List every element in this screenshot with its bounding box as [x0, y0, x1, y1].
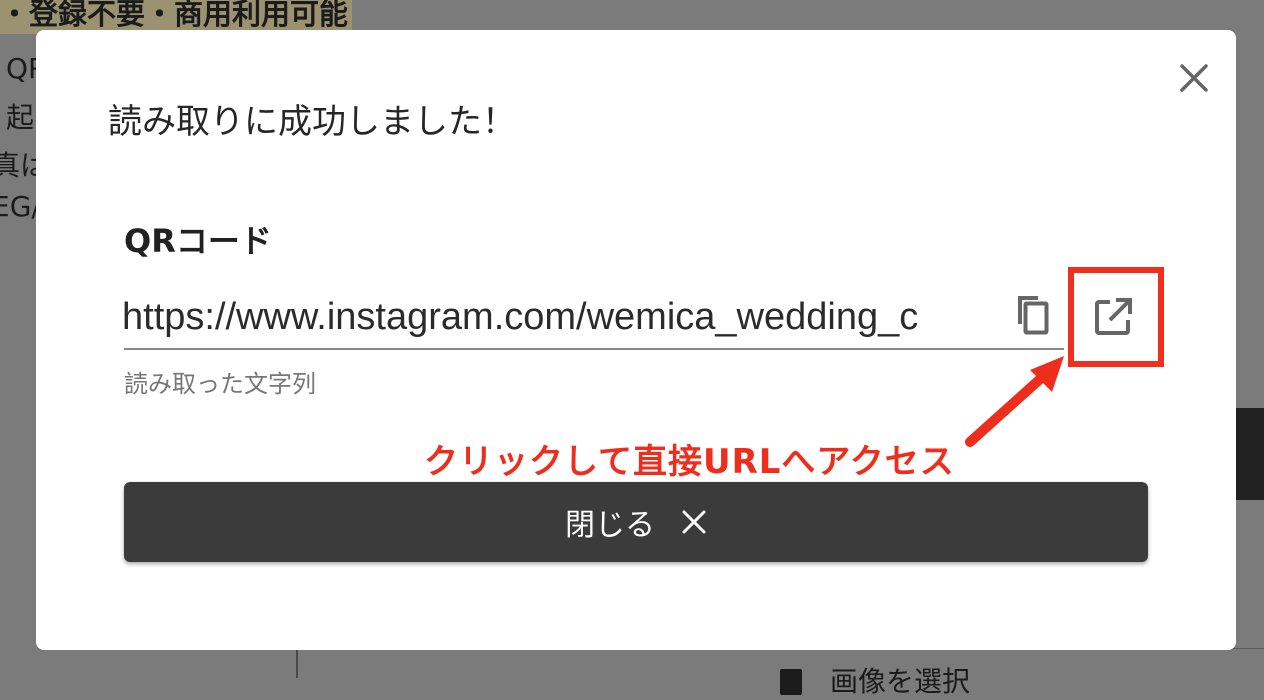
select-image-label: 画像を選択: [830, 665, 971, 698]
close-button-label: 閉じる: [565, 508, 655, 543]
qr-result-input[interactable]: [122, 288, 1002, 346]
highlight-box: [1068, 267, 1164, 367]
close-button[interactable]: 閉じる: [124, 482, 1148, 562]
close-icon[interactable]: [1174, 58, 1214, 98]
annotation-text: クリックして直接URLへアクセス: [424, 442, 955, 482]
success-modal: 読み取りに成功しました！ QRコード 読み取った文字列 クリックして直接URLへ…: [36, 30, 1236, 650]
modal-title: 読み取りに成功しました！: [108, 102, 516, 142]
background-heading: ・登録不要・商用利用可能: [0, 0, 353, 34]
select-image-button[interactable]: 画像を選択: [780, 660, 970, 700]
helper-text: 読み取った文字列: [124, 370, 316, 398]
background-text-4: EG/: [0, 190, 41, 223]
background-dark-bar: [1236, 408, 1264, 500]
copy-icon[interactable]: [1008, 290, 1060, 342]
close-button-icon: [682, 510, 706, 534]
input-underline: [124, 348, 1064, 350]
annotation-arrow: [965, 356, 1064, 447]
background-divider-vertical: [296, 648, 298, 678]
background-text-2: 起: [6, 101, 35, 134]
qr-code-label: QRコード: [124, 222, 272, 260]
file-icon: [780, 669, 802, 695]
